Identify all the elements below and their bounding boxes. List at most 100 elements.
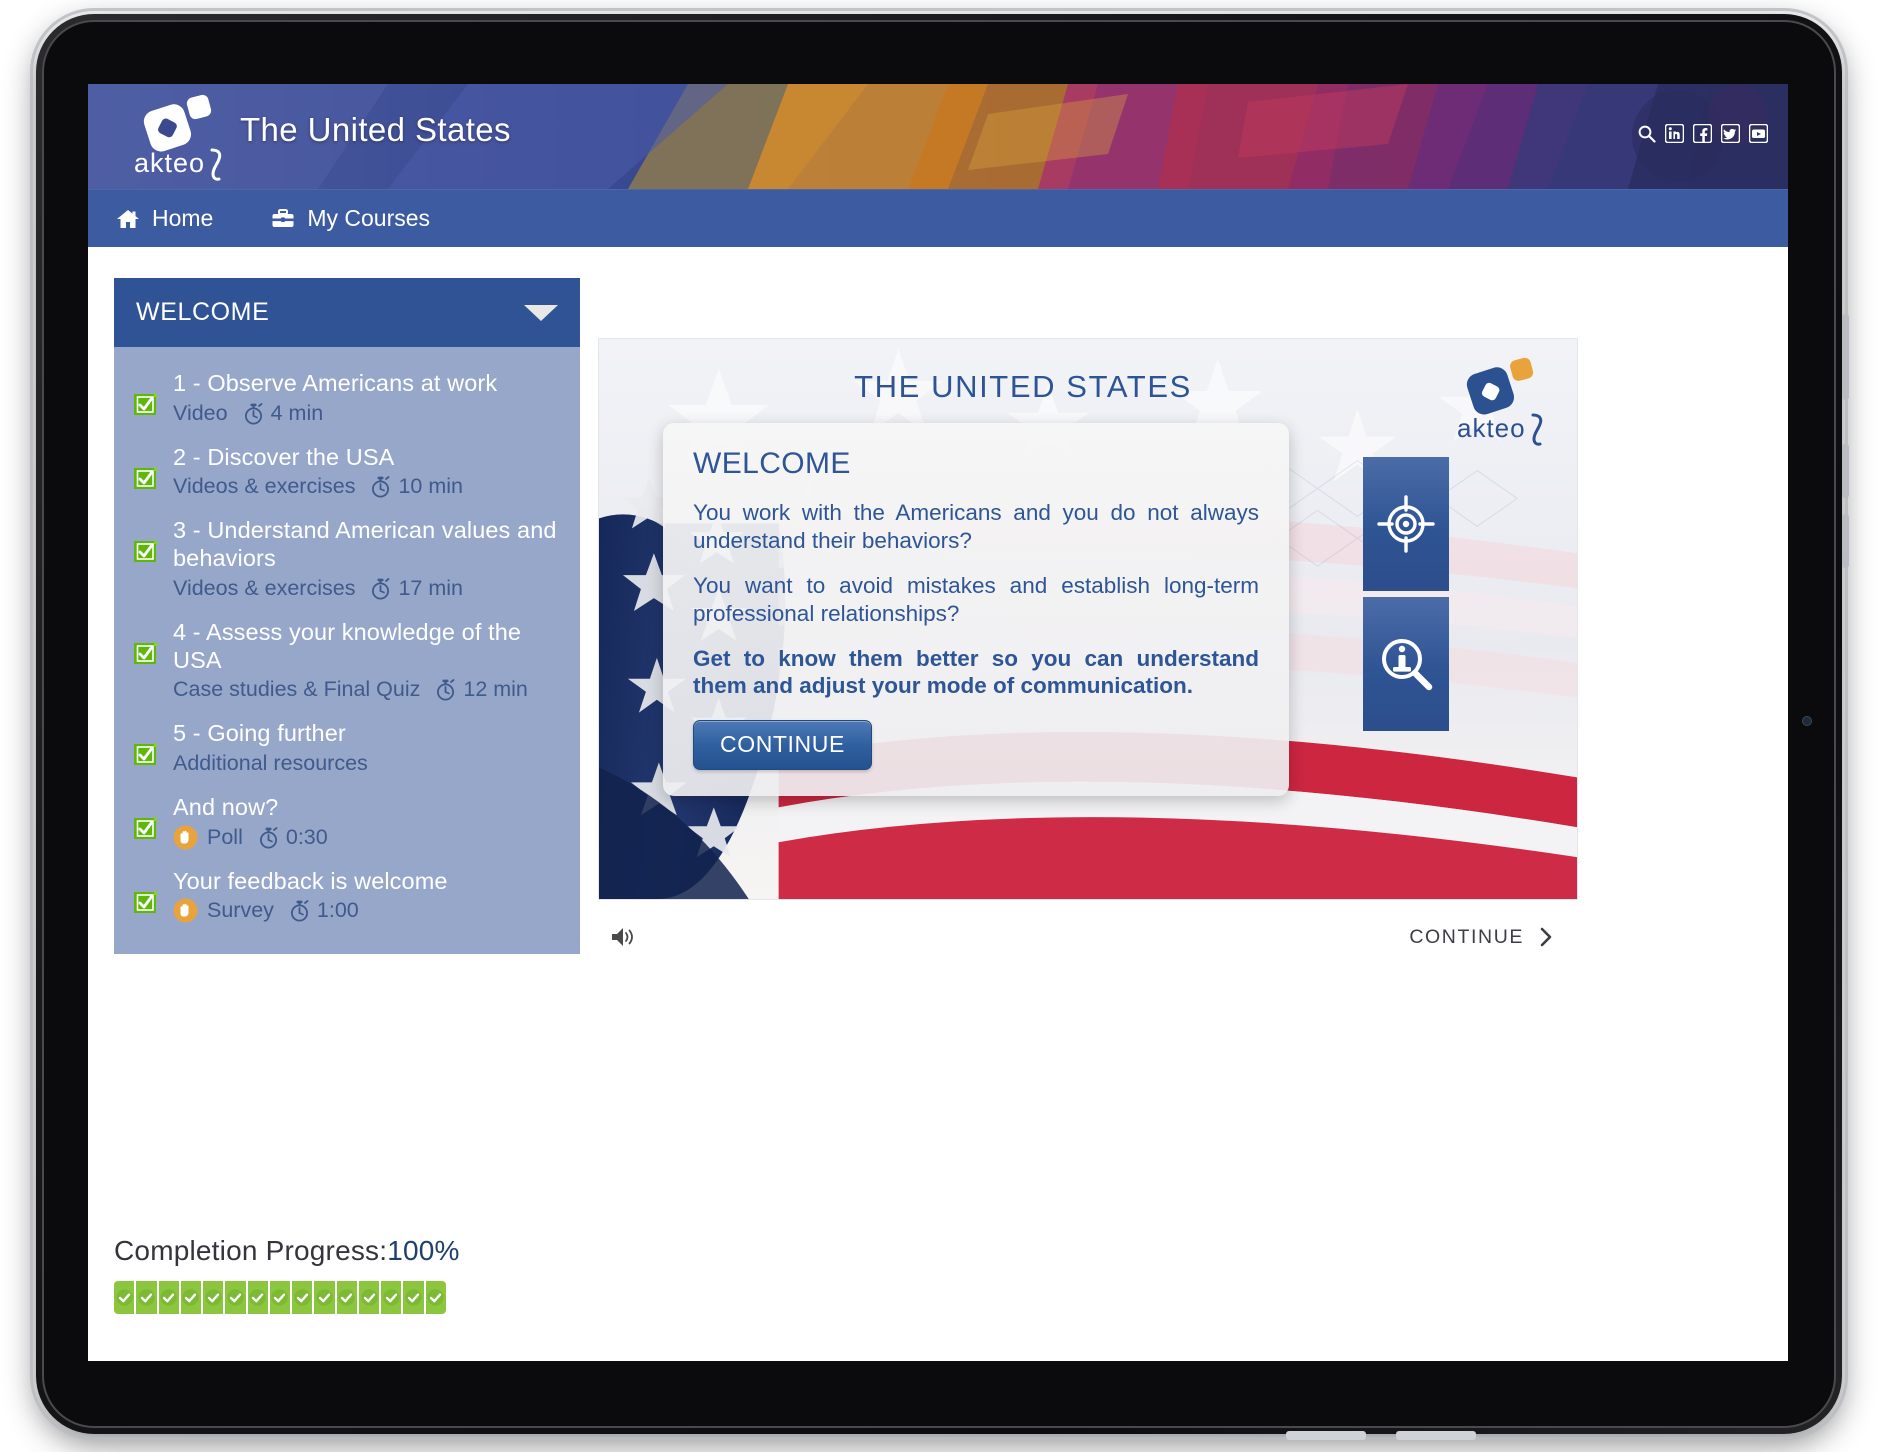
main-navigation: Home My Courses <box>88 189 1788 247</box>
page-body: WELCOME 1 - Observe Americans at work Vid… <box>88 247 1788 1361</box>
slide-title: THE UNITED STATES <box>854 369 1192 404</box>
progress-segment <box>425 1281 446 1314</box>
duration-value: 0:30 <box>285 824 328 849</box>
sidebar-item-meta: Video 4 min <box>173 401 566 426</box>
youtube-icon[interactable] <box>1749 124 1768 143</box>
dialog-title: WELCOME <box>693 447 851 480</box>
sidebar-item-text: 1 - Observe Americans at work Video 4 min <box>173 370 566 426</box>
sidebar-item-text: 4 - Assess your knowledge of the USA Case… <box>173 619 566 702</box>
progress-percent: 100% <box>387 1235 460 1266</box>
site-banner: akteo The United States <box>88 84 1788 189</box>
progress-segment <box>292 1281 313 1314</box>
completed-check-icon <box>134 539 159 564</box>
objectives-panel[interactable] <box>1363 457 1449 591</box>
volume-up-button[interactable] <box>1842 444 1849 498</box>
sidebar-item-label: 3 - Understand American values and behav… <box>173 517 557 572</box>
completed-check-icon <box>134 889 159 915</box>
welcome-dialog: WELCOME You work with the Americans and … <box>663 423 1289 797</box>
sidebar-section-header[interactable]: WELCOME <box>114 278 580 347</box>
sidebar-item-type: Survey <box>207 898 274 923</box>
progress-segment <box>358 1281 380 1314</box>
power-button[interactable] <box>1842 314 1849 400</box>
info-magnifier-icon <box>1377 635 1435 693</box>
sidebar-item-list: 1 - Observe Americans at work Video 4 min 2… <box>114 347 580 955</box>
completed-check-icon <box>134 816 159 841</box>
nav-label-my-courses: My Courses <box>307 205 431 231</box>
player-continue-link[interactable]: CONTINUE <box>1409 926 1554 949</box>
page-title: The United States <box>240 111 511 148</box>
sidebar-item[interactable]: 2 - Discover the USA Videos & exercises 10… <box>114 435 580 509</box>
search-icon[interactable] <box>1637 124 1656 143</box>
hand-icon <box>173 825 198 850</box>
sidebar-item-type: Videos & exercises <box>173 575 356 600</box>
player-controls: CONTINUE <box>598 900 1578 974</box>
duration-value: 4 min <box>270 400 324 425</box>
sidebar-item-type: Video <box>173 400 228 425</box>
nav-item-my-courses[interactable]: My Courses <box>271 205 430 232</box>
briefcase-icon <box>271 208 295 230</box>
sidebar-item-label: 4 - Assess your knowledge of the USA <box>173 618 522 673</box>
volume-down-button[interactable] <box>1842 514 1849 568</box>
sidebar-item-text: Your feedback is welcome Survey 1:00 <box>173 868 566 924</box>
sidebar-item[interactable]: 1 - Observe Americans at work Video 4 min <box>114 361 580 435</box>
sidebar-item-label: 1 - Observe Americans at work <box>173 370 498 396</box>
sidebar-item[interactable]: 5 - Going further Additional resources <box>114 711 580 785</box>
completed-check-icon <box>134 640 159 666</box>
social-links <box>1637 124 1768 143</box>
dialog-paragraph-3: Get to know them better so you can under… <box>693 645 1259 699</box>
player-continue-label: CONTINUE <box>1409 925 1524 948</box>
sidebar-item-meta: Poll 0:30 <box>173 825 566 850</box>
home-icon <box>116 208 140 230</box>
dialog-continue-button[interactable]: CONTINUE <box>693 720 872 771</box>
duration-value: 17 min <box>398 575 463 600</box>
twitter-icon[interactable] <box>1721 124 1740 143</box>
progress-label: Completion Progress:100% <box>114 1235 674 1267</box>
svg-text:akteo: akteo <box>134 148 205 178</box>
timer-icon <box>435 678 456 701</box>
sidebar-item-type: Case studies & Final Quiz <box>173 677 421 702</box>
progress-segment <box>136 1281 157 1314</box>
progress-segment <box>269 1281 291 1314</box>
tablet-device: akteo The United States Home My Courses … <box>30 8 1849 1440</box>
timer-icon <box>258 826 279 849</box>
sidebar-item-meta: Case studies & Final Quiz 12 min <box>173 677 566 702</box>
chevron-down-icon[interactable] <box>524 304 558 321</box>
completion-progress: Completion Progress:100% <box>114 1235 674 1314</box>
sidebar-item-duration: 17 min <box>370 576 463 601</box>
sidebar-item-text: 2 - Discover the USA Videos & exercises 10… <box>173 444 566 500</box>
facebook-icon[interactable] <box>1693 124 1712 143</box>
sidebar-item-type: Additional resources <box>173 751 368 776</box>
sidebar-item-meta: Videos & exercises 10 min <box>173 474 566 499</box>
target-icon <box>1377 495 1435 553</box>
progress-segment <box>247 1281 268 1314</box>
duration-value: 12 min <box>463 677 528 702</box>
sidebar-item[interactable]: 3 - Understand American values and behav… <box>114 508 580 609</box>
timer-icon <box>370 577 391 600</box>
duration-value: 1:00 <box>316 898 359 923</box>
nav-label-home: Home <box>152 205 214 231</box>
front-camera <box>1802 716 1812 726</box>
sidebar-item-meta: Videos & exercises 17 min <box>173 576 566 601</box>
slide-canvas: THE UNITED STATES akteo WELCOME You work… <box>598 338 1578 900</box>
speaker-grill-left <box>1286 1431 1366 1440</box>
slide-akteos-logo: akteo <box>1443 357 1547 449</box>
sidebar-item-label: 2 - Discover the USA <box>173 443 395 470</box>
sidebar-item[interactable]: And now? Poll 0:30 <box>114 785 580 859</box>
sidebar-item[interactable]: 4 - Assess your knowledge of the USA Case… <box>114 610 580 711</box>
linkedin-icon[interactable] <box>1665 124 1684 143</box>
speaker-icon[interactable] <box>610 925 636 949</box>
sidebar-section-title: WELCOME <box>136 298 270 326</box>
nav-item-home[interactable]: Home <box>116 205 213 232</box>
chevron-right-icon <box>1538 926 1554 948</box>
progress-segment <box>114 1281 135 1314</box>
sidebar-item-label: Your feedback is welcome <box>173 867 448 894</box>
akteos-logo[interactable]: akteo <box>126 92 230 184</box>
information-panel[interactable] <box>1363 597 1449 731</box>
sidebar-item-meta: Survey 1:00 <box>173 898 566 923</box>
progress-segment <box>180 1281 202 1314</box>
svg-text:akteo: akteo <box>1457 413 1526 443</box>
progress-segment <box>403 1281 424 1314</box>
sidebar-item[interactable]: Your feedback is welcome Survey 1:00 <box>114 859 580 933</box>
duration-value: 10 min <box>398 474 463 499</box>
sidebar-item-type: Videos & exercises <box>173 474 356 499</box>
